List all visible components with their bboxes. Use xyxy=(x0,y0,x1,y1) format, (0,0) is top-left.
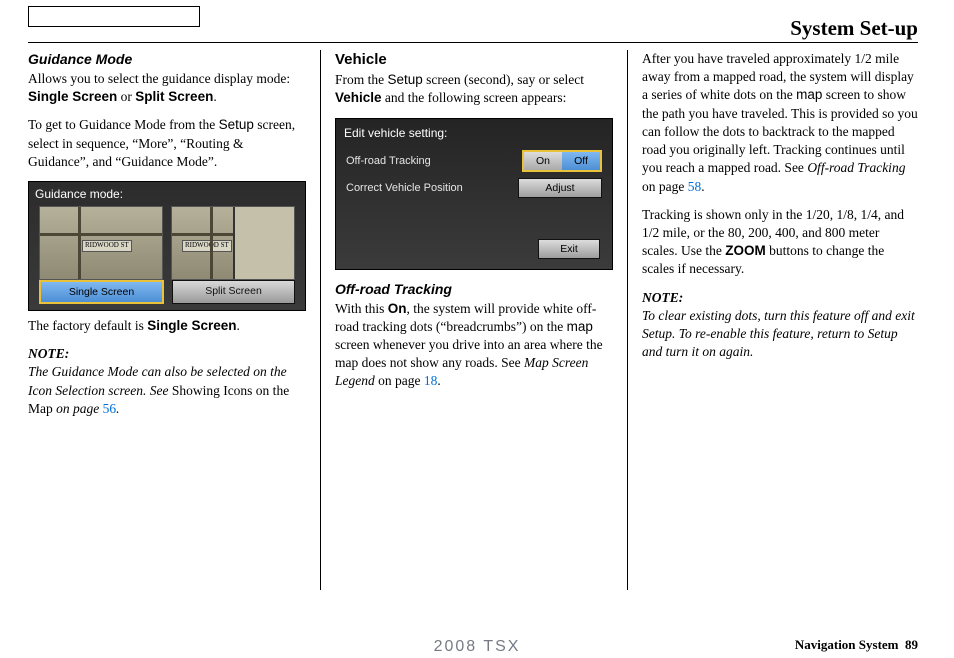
screenshot-title: Guidance mode: xyxy=(29,182,305,206)
footer-model: 2008 TSX xyxy=(434,636,521,658)
heading-vehicle: Vehicle xyxy=(335,50,613,70)
heading-offroad-tracking: Off-road Tracking xyxy=(335,280,613,299)
toggle-off[interactable]: Off xyxy=(562,152,600,170)
content-columns: Guidance Mode Allows you to select the g… xyxy=(28,50,918,590)
horizontal-rule xyxy=(28,42,918,43)
column-3: After you have traveled approximately 1/… xyxy=(628,50,918,590)
note-label: NOTE: xyxy=(642,289,918,307)
single-screen-button[interactable]: Single Screen xyxy=(39,280,164,304)
text-setup: Setup xyxy=(219,117,254,132)
page-link-18[interactable]: 18 xyxy=(424,373,438,388)
page-link-58[interactable]: 58 xyxy=(688,179,702,194)
note-label: NOTE: xyxy=(28,345,306,363)
exit-button[interactable]: Exit xyxy=(538,239,600,259)
text-single-screen: Single Screen xyxy=(28,89,117,104)
paragraph: Tracking is shown only in the 1/20, 1/8,… xyxy=(642,206,918,279)
paragraph: The factory default is Single Screen. xyxy=(28,317,306,335)
column-1: Guidance Mode Allows you to select the g… xyxy=(28,50,320,590)
toggle-on[interactable]: On xyxy=(524,152,562,170)
map-thumb-single: RIDWOOD ST xyxy=(39,206,163,280)
adjust-button[interactable]: Adjust xyxy=(518,178,602,198)
text-split-screen: Split Screen xyxy=(135,89,213,104)
paragraph: To get to Guidance Mode from the Setup s… xyxy=(28,116,306,171)
column-2: Vehicle From the Setup screen (second), … xyxy=(320,50,628,590)
paragraph: From the Setup screen (second), say or s… xyxy=(335,71,613,107)
header-empty-box xyxy=(28,6,200,27)
paragraph: After you have traveled approximately 1/… xyxy=(642,50,918,196)
note-body: To clear existing dots, turn this featur… xyxy=(642,307,918,362)
footer-right: Navigation System 89 xyxy=(795,636,918,654)
page-link-56[interactable]: 56 xyxy=(103,401,117,416)
paragraph: With this On, the system will provide wh… xyxy=(335,300,613,391)
screenshot-title: Edit vehicle setting: xyxy=(336,119,612,147)
screenshot-guidance-mode: Guidance mode: RIDWOOD ST RIDWOOD ST Sin… xyxy=(28,181,306,311)
offroad-toggle[interactable]: On Off xyxy=(522,150,602,172)
split-screen-button[interactable]: Split Screen xyxy=(172,280,295,304)
screenshot-edit-vehicle: Edit vehicle setting: Off-road Tracking … xyxy=(335,118,613,270)
row-label-offroad: Off-road Tracking xyxy=(346,154,516,169)
page-title: System Set-up xyxy=(790,14,918,42)
row-label-correct-position: Correct Vehicle Position xyxy=(346,181,512,196)
note-body: The Guidance Mode can also be selected o… xyxy=(28,363,306,418)
paragraph: Allows you to select the guidance displa… xyxy=(28,70,306,106)
map-thumb-split: RIDWOOD ST xyxy=(171,206,295,280)
heading-guidance-mode: Guidance Mode xyxy=(28,50,306,69)
